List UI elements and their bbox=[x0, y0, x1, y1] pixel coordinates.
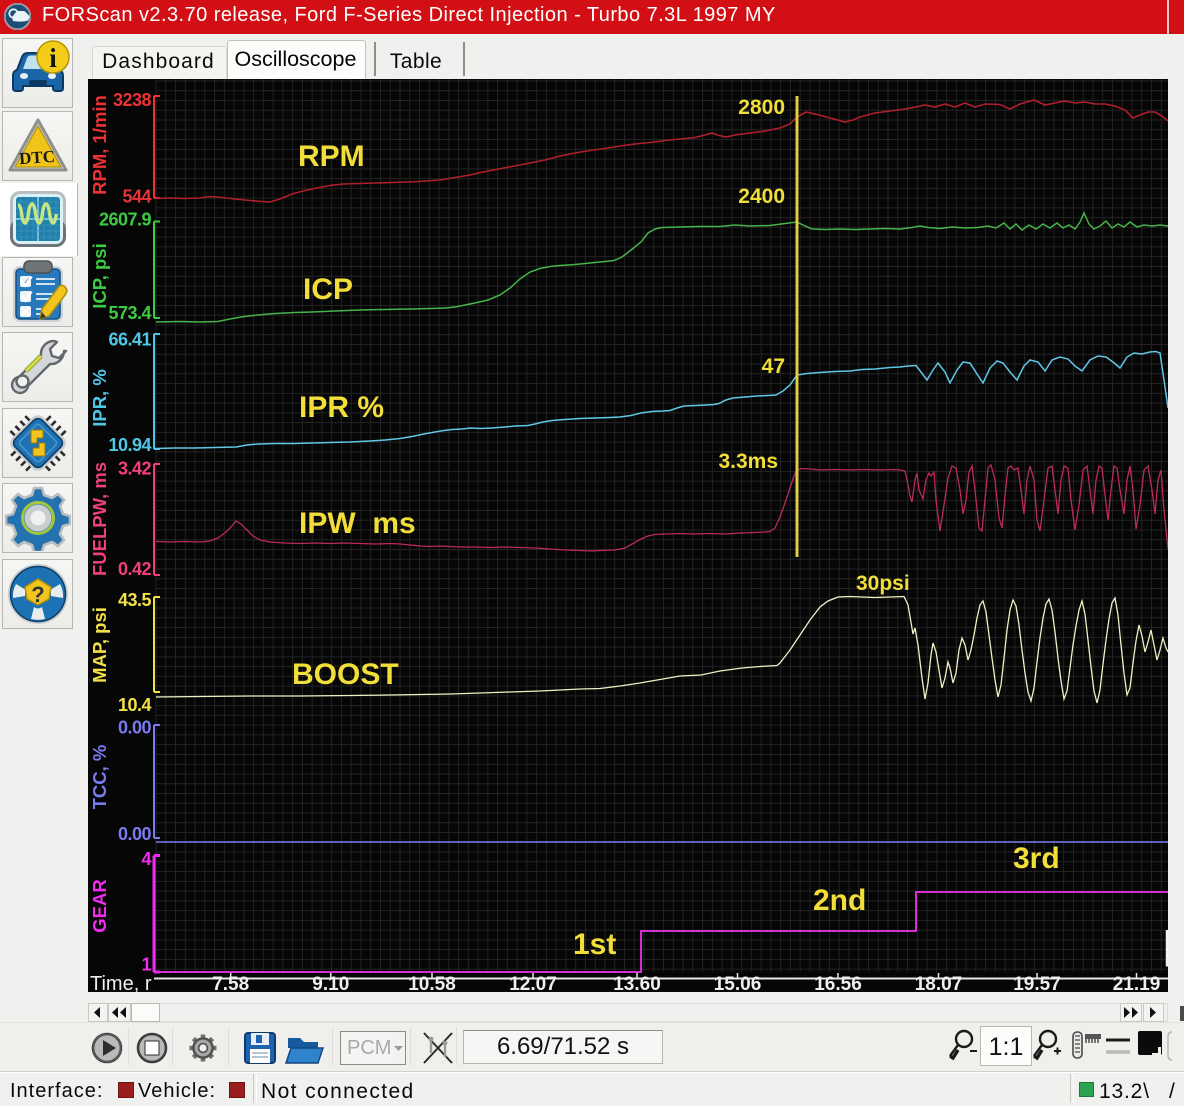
svg-text:10.94: 10.94 bbox=[108, 435, 151, 455]
svg-text:10.58: 10.58 bbox=[408, 974, 456, 992]
svg-text:2400: 2400 bbox=[738, 185, 785, 208]
svg-text:43.5: 43.5 bbox=[118, 590, 152, 610]
svg-text:GEAR: GEAR bbox=[89, 879, 110, 932]
svg-text:1st: 1st bbox=[573, 928, 616, 961]
svg-text:16.56: 16.56 bbox=[814, 974, 862, 992]
svg-text:573.4: 573.4 bbox=[108, 303, 151, 323]
svg-text:RPM: RPM bbox=[298, 140, 365, 173]
svg-text:2nd: 2nd bbox=[813, 884, 866, 917]
svg-text:?: ? bbox=[31, 582, 44, 607]
svg-text:544: 544 bbox=[122, 187, 151, 207]
svg-text:2800: 2800 bbox=[738, 96, 785, 119]
svg-text:ICP, psi: ICP, psi bbox=[89, 243, 110, 308]
svg-text:RPM, 1/min: RPM, 1/min bbox=[89, 95, 110, 195]
svg-text:15.06: 15.06 bbox=[714, 974, 762, 992]
svg-text:0.00: 0.00 bbox=[118, 718, 152, 738]
svg-text:MAP, psi: MAP, psi bbox=[89, 607, 110, 683]
svg-text:3.3ms: 3.3ms bbox=[718, 450, 778, 473]
svg-text:Time, r: Time, r bbox=[90, 973, 152, 992]
svg-text:IPW ms: IPW ms bbox=[299, 507, 416, 540]
svg-text:BOOST: BOOST bbox=[292, 658, 399, 691]
svg-text:FUELPW, ms: FUELPW, ms bbox=[89, 462, 110, 576]
svg-text:9.10: 9.10 bbox=[312, 974, 349, 992]
svg-text:1:1: 1:1 bbox=[989, 1033, 1024, 1061]
svg-text:4: 4 bbox=[141, 849, 151, 869]
svg-text:IPR, %: IPR, % bbox=[89, 369, 110, 427]
svg-text:10.4: 10.4 bbox=[118, 695, 152, 715]
svg-text:19.57: 19.57 bbox=[1013, 974, 1061, 992]
svg-text:13.60: 13.60 bbox=[613, 974, 661, 992]
svg-text:ICP: ICP bbox=[303, 273, 353, 306]
svg-text:7.58: 7.58 bbox=[212, 974, 249, 992]
svg-text:3238: 3238 bbox=[113, 90, 152, 110]
svg-text:0.00: 0.00 bbox=[118, 824, 152, 844]
svg-text:TCC, %: TCC, % bbox=[89, 745, 110, 810]
svg-text:3.42: 3.42 bbox=[118, 459, 152, 479]
svg-text:66.41: 66.41 bbox=[108, 329, 151, 349]
svg-text:21.19: 21.19 bbox=[1113, 974, 1161, 992]
svg-text:12.07: 12.07 bbox=[509, 974, 557, 992]
svg-text:47: 47 bbox=[762, 355, 785, 378]
svg-text:DTC: DTC bbox=[18, 147, 55, 168]
svg-text:3rd: 3rd bbox=[1013, 842, 1060, 875]
svg-text:i: i bbox=[49, 43, 57, 73]
svg-text:0.42: 0.42 bbox=[118, 559, 152, 579]
svg-text:IPR %: IPR % bbox=[299, 391, 384, 424]
svg-text:18.07: 18.07 bbox=[915, 974, 963, 992]
svg-text:2607.9: 2607.9 bbox=[99, 210, 152, 230]
svg-text:1: 1 bbox=[141, 955, 151, 975]
svg-text:30psi: 30psi bbox=[856, 572, 910, 595]
